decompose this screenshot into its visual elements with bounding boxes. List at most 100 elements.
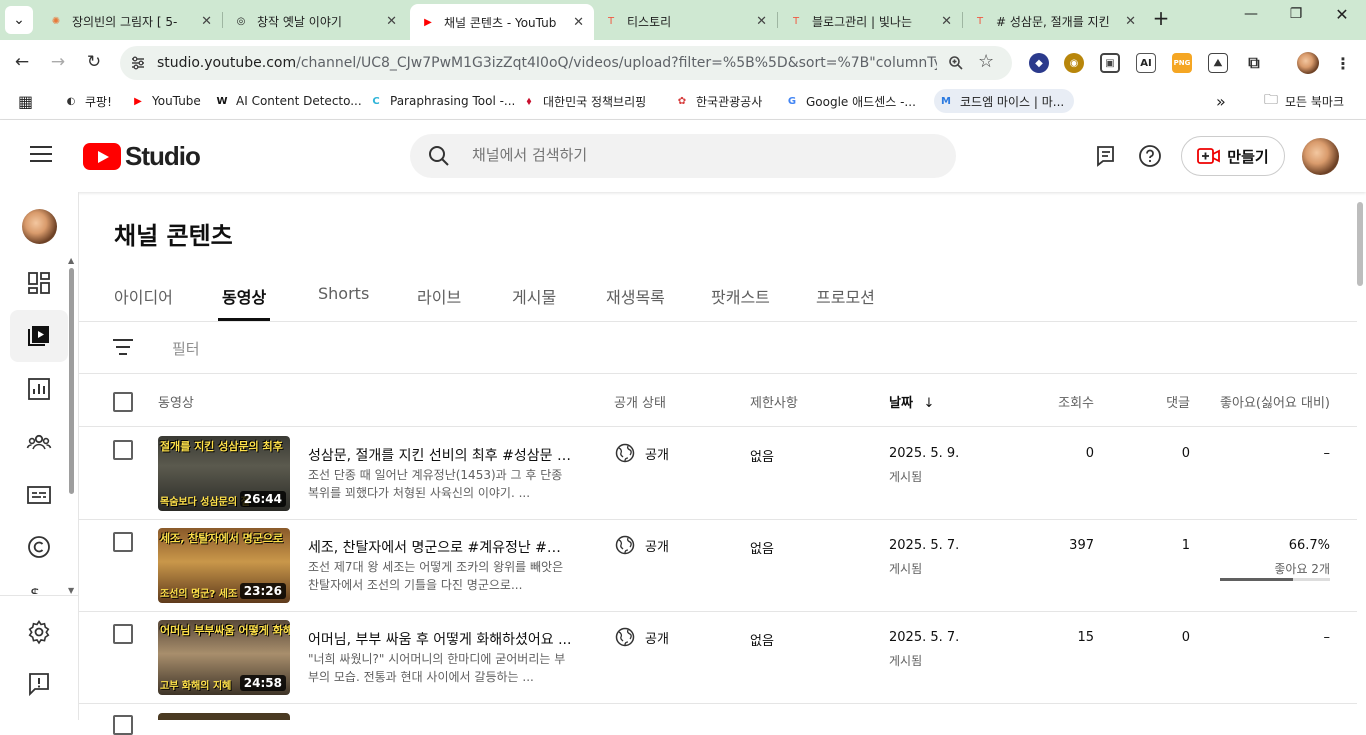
reload-icon[interactable]: ↻ — [82, 52, 106, 74]
channel-search-box[interactable] — [410, 134, 956, 178]
extension-icon-webp[interactable]: PNG — [1172, 53, 1192, 73]
tab-4[interactable]: 라이브 — [417, 284, 461, 308]
tab-7[interactable]: 팟캐스트 — [711, 284, 770, 308]
tab-close-icon[interactable]: ✕ — [201, 14, 212, 29]
col-likes[interactable]: 좋아요(싫어요 대비) — [1190, 392, 1330, 411]
video-thumbnail-partial[interactable] — [158, 713, 290, 720]
tab-close-icon[interactable]: ✕ — [386, 14, 397, 29]
back-icon[interactable]: ← — [10, 52, 34, 74]
tab-close-icon[interactable]: ✕ — [1125, 14, 1136, 29]
feedback-icon[interactable] — [1094, 144, 1118, 168]
col-restrictions[interactable]: 제한사항 — [750, 392, 798, 411]
image-extension-icon[interactable]: ⛰ — [1208, 53, 1228, 73]
profile-avatar[interactable] — [1297, 52, 1319, 74]
account-avatar[interactable] — [1302, 138, 1339, 175]
sidebar-scroll-up-icon[interactable]: ▲ — [68, 256, 74, 265]
bookmark-star-icon[interactable]: ☆ — [978, 51, 994, 72]
address-bar[interactable]: studio.youtube.com/channel/UC8_CJw7PwM1G… — [120, 46, 1012, 80]
new-tab-button[interactable]: + — [1146, 6, 1176, 30]
row-checkbox[interactable] — [113, 532, 133, 552]
extension-icon-3[interactable]: ▣ — [1100, 53, 1120, 73]
bookmark-item-2[interactable]: ▶ YouTube — [130, 91, 201, 111]
browser-tab-3[interactable]: ▶ 채널 콘텐츠 - YouTub ✕ — [410, 4, 594, 40]
row-checkbox[interactable] — [113, 624, 133, 644]
extension-icon-1[interactable]: ◆ — [1029, 53, 1049, 73]
create-button[interactable]: 만들기 — [1181, 136, 1285, 176]
video-thumbnail[interactable]: 어머님 부부싸움 어떻게 화해 고부 화해의 지혜 24:58 — [158, 620, 290, 695]
browser-tab-4[interactable]: T 티스토리 ✕ — [593, 6, 777, 36]
col-date[interactable]: 날짜 ↓ — [889, 392, 934, 411]
sidebar-scroll-down-icon[interactable]: ▼ — [68, 586, 74, 595]
extension-icon-ai[interactable]: AI — [1136, 53, 1156, 73]
tab-search-icon[interactable]: ⌄ — [5, 6, 33, 34]
video-title[interactable]: 어머님, 부부 싸움 후 어떻게 화해하셨어요 ... — [308, 629, 572, 649]
restore-icon[interactable]: ❐ — [1281, 6, 1311, 22]
settings-icon[interactable] — [26, 619, 52, 645]
visibility-status[interactable]: 공개 — [615, 627, 669, 647]
tab-close-icon[interactable]: ✕ — [941, 14, 952, 29]
browser-menu-icon[interactable]: ⋮ — [1333, 53, 1353, 73]
extension-icon-2[interactable]: ◉ — [1064, 53, 1084, 73]
subtitles-icon[interactable] — [26, 482, 52, 508]
minimize-icon[interactable]: — — [1236, 6, 1266, 22]
tab-6[interactable]: 재생목록 — [606, 284, 665, 308]
dashboard-icon[interactable] — [26, 270, 52, 296]
send-feedback-icon[interactable] — [26, 671, 52, 697]
visibility-status[interactable]: 공개 — [615, 535, 669, 555]
video-thumbnail[interactable]: 절개를 지킨 성삼문의 최후 목숨보다 성삼문의 절 26:44 — [158, 436, 290, 511]
browser-tab-5[interactable]: T 블로그관리 | 빛나는 ✕ — [778, 6, 962, 36]
help-icon[interactable] — [1138, 144, 1162, 168]
page-scrollbar[interactable] — [1357, 202, 1363, 286]
filter-input[interactable]: 필터 — [172, 338, 200, 359]
site-info-icon[interactable] — [130, 55, 146, 71]
studio-logo[interactable]: Studio — [83, 141, 201, 172]
row-checkbox[interactable] — [113, 440, 133, 460]
tab-close-icon[interactable]: ✕ — [756, 14, 767, 29]
more-bookmarks-button[interactable]: » — [1216, 91, 1226, 111]
bookmark-item-8[interactable]: M 코드엠 마이스 | 마... — [934, 89, 1075, 113]
row-checkbox-partial[interactable] — [113, 715, 133, 735]
tab-1[interactable]: 아이디어 — [114, 284, 173, 308]
browser-tab-2[interactable]: ◎ 창작 옛날 이야기 ✕ — [223, 6, 407, 36]
analytics-icon[interactable] — [26, 376, 52, 402]
col-visibility[interactable]: 공개 상태 — [614, 392, 666, 411]
filter-icon[interactable] — [113, 339, 133, 355]
menu-hamburger-icon[interactable] — [30, 146, 52, 164]
browser-tab-1[interactable]: ✺ 장의빈의 그림자 [ 5- ✕ — [38, 6, 222, 36]
tab-close-icon[interactable]: ✕ — [573, 15, 584, 30]
tab-8[interactable]: 프로모션 — [816, 284, 875, 308]
bookmark-item-7[interactable]: G Google 애드센스 -... — [784, 91, 916, 111]
all-bookmarks-folder[interactable]: 🗀 모든 북마크 — [1263, 91, 1344, 111]
col-views[interactable]: 조회수 — [1004, 392, 1094, 411]
bookmark-label: 코드엠 마이스 | 마... — [960, 94, 1065, 109]
content-icon[interactable] — [26, 322, 52, 348]
search-input[interactable] — [472, 146, 932, 164]
bookmark-item-5[interactable]: ⬧ 대한민국 정책브리핑 — [521, 91, 646, 111]
community-icon[interactable] — [26, 430, 52, 456]
tab-3[interactable]: Shorts — [318, 284, 369, 303]
video-thumbnail[interactable]: 세조, 찬탈자에서 명군으로 조선의 명군? 세조 23:26 — [158, 528, 290, 603]
bookmark-item-6[interactable]: ✿ 한국관광공사 — [674, 91, 762, 111]
tab-2[interactable]: 동영상 — [222, 284, 266, 308]
bookmark-favicon-icon: ✿ — [677, 95, 687, 107]
sidebar-scrollbar[interactable] — [69, 268, 74, 494]
bookmark-item-3[interactable]: W AI Content Detecto... — [214, 91, 361, 111]
search-icon[interactable] — [428, 145, 450, 167]
video-title[interactable]: 성삼문, 절개를 지킨 선비의 최후 #성삼문 #... — [308, 445, 572, 465]
extensions-puzzle-icon[interactable]: ⧉ — [1244, 53, 1264, 73]
channel-avatar[interactable] — [22, 209, 57, 244]
monetization-icon-partial[interactable]: $ — [30, 588, 48, 594]
video-title[interactable]: 세조, 찬탈자에서 명군으로 #계유정난 #수... — [308, 537, 572, 557]
col-comments[interactable]: 댓글 — [1120, 392, 1190, 411]
select-all-checkbox[interactable] — [113, 392, 133, 412]
close-window-icon[interactable]: ✕ — [1327, 5, 1357, 24]
copyright-icon[interactable] — [26, 534, 52, 560]
apps-grid-icon[interactable]: ▦ — [18, 91, 33, 111]
bookmark-item-1[interactable]: ◐ 쿠팡! — [63, 91, 112, 111]
zoom-icon[interactable] — [948, 55, 964, 71]
browser-tab-6[interactable]: T # 성삼문, 절개를 지킨 ✕ — [962, 6, 1146, 36]
bookmark-item-4[interactable]: C Paraphrasing Tool -... — [368, 91, 515, 111]
visibility-status[interactable]: 공개 — [615, 443, 669, 463]
forward-icon[interactable]: → — [46, 52, 70, 74]
tab-5[interactable]: 게시물 — [512, 284, 556, 308]
